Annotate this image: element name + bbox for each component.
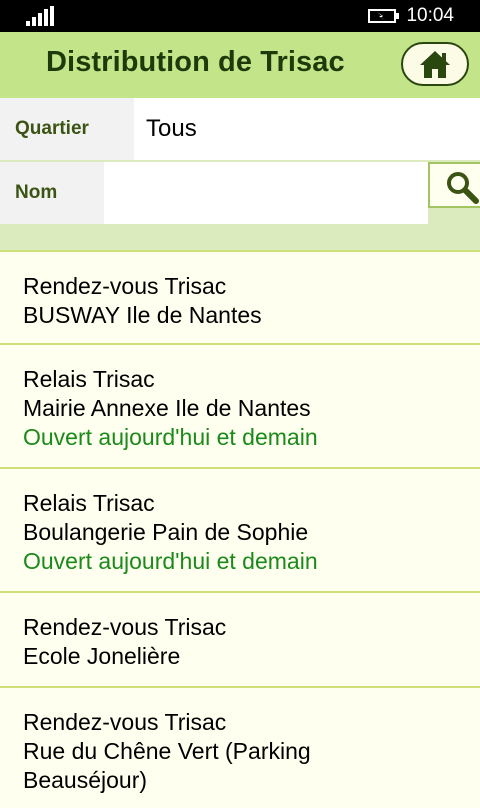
opening-status: Ouvert aujourd'hui et demain <box>23 548 318 574</box>
location-place: Ecole Jonelière <box>23 643 181 669</box>
search-button[interactable] <box>428 162 480 208</box>
nom-input[interactable] <box>104 162 428 224</box>
location-type: Rendez-vous Trisac <box>23 273 227 299</box>
list-item[interactable]: Relais Trisac Boulangerie Pain de Sophie… <box>0 469 480 593</box>
location-type: Rendez-vous Trisac <box>23 709 227 735</box>
quartier-picker[interactable]: Tous <box>134 98 480 160</box>
location-type: Relais Trisac <box>23 490 155 516</box>
search-icon <box>447 172 479 204</box>
status-time: 10:04 <box>406 5 454 26</box>
location-place: Mairie Annexe Ile de Nantes <box>23 395 311 421</box>
status-bar: 10:04 <box>0 0 480 32</box>
list-item[interactable]: Rendez-vous Trisac Rue du Chêne Vert (Pa… <box>0 688 480 808</box>
location-place-continued: Beauséjour) <box>23 767 148 793</box>
app-header: Distribution de Trisac <box>0 32 480 100</box>
location-place: Boulangerie Pain de Sophie <box>23 519 309 545</box>
list-item[interactable]: Relais Trisac Mairie Annexe Ile de Nante… <box>0 345 480 469</box>
signal-strength-icon <box>26 6 54 26</box>
list-item[interactable]: Rendez-vous Trisac Ecole Jonelière <box>0 593 480 688</box>
location-type: Rendez-vous Trisac <box>23 614 227 640</box>
home-button[interactable] <box>401 42 469 86</box>
opening-status: Ouvert aujourd'hui et demain <box>23 424 318 450</box>
filter-panel: Quartier Tous Nom <box>0 98 480 250</box>
location-place: Rue du Chêne Vert (Parking <box>23 738 311 764</box>
page-title: Distribution de Trisac <box>46 46 345 78</box>
list-item[interactable]: Rendez-vous Trisac BUSWAY Ile de Nantes <box>0 250 480 345</box>
location-list: Rendez-vous Trisac BUSWAY Ile de Nantes … <box>0 250 480 808</box>
location-type: Relais Trisac <box>23 366 155 392</box>
nom-label: Nom <box>0 162 104 224</box>
battery-charging-icon <box>368 9 399 23</box>
location-place: BUSWAY Ile de Nantes <box>23 302 262 328</box>
quartier-label: Quartier <box>0 98 134 160</box>
home-icon <box>420 51 450 78</box>
